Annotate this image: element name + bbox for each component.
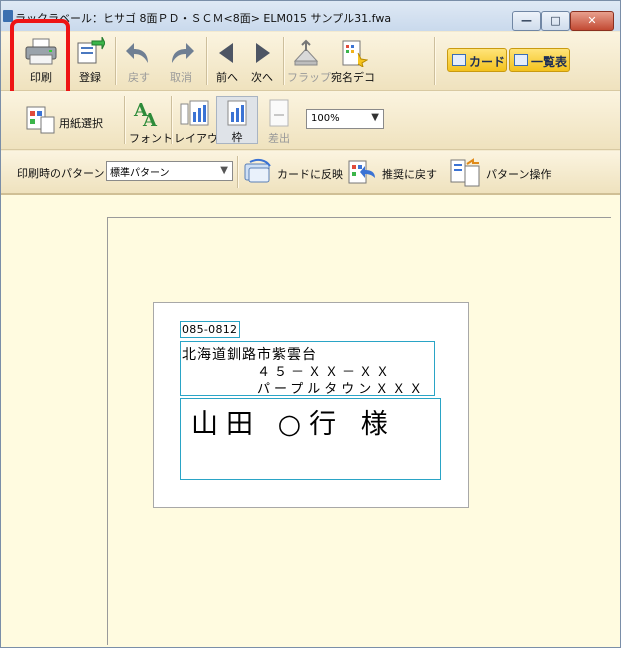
recipient-name-text: 山田 ○行 様 xyxy=(191,409,396,440)
toolbar-separator xyxy=(115,37,117,85)
toolbar-separator xyxy=(206,37,208,85)
minimize-button[interactable]: — xyxy=(512,11,541,31)
canvas-margin-line xyxy=(107,217,611,218)
pattern-label: 印刷時のパターン xyxy=(17,167,105,180)
app-icon xyxy=(3,10,13,22)
redo-label: 取消 xyxy=(170,71,192,84)
address-field[interactable]: 北海道釧路市紫雲台 ４５－ＸＸ－ＸＸ パープルタウンＸＸＸ xyxy=(180,341,435,397)
app-window: ラックラベール：ヒサゴ 8面ＰＤ・ＳＣＭ<8面> ELM015 サンプル31.f… xyxy=(0,0,621,648)
zip-code-text: 085-0812 xyxy=(182,323,238,336)
zoom-select[interactable]: 100% ▼ xyxy=(306,109,384,129)
prev-button[interactable]: 前へ xyxy=(212,39,242,85)
chevron-down-icon: ▼ xyxy=(371,112,379,123)
next-label: 次へ xyxy=(251,71,273,84)
zoom-value: 100% xyxy=(311,113,340,124)
undo-button[interactable]: 戻す xyxy=(122,39,156,85)
redo-button[interactable]: 取消 xyxy=(164,39,198,85)
card-view-label: カード xyxy=(469,55,506,69)
register-label: 登録 xyxy=(79,71,101,84)
address-deco-button[interactable]: 宛名デコ xyxy=(330,39,376,85)
toolbar-separator xyxy=(283,37,285,85)
frame-button[interactable]: 枠 xyxy=(216,96,258,144)
font-icon: A A xyxy=(133,100,158,128)
pattern-value: 標準パターン xyxy=(110,168,170,179)
paper-select-icon xyxy=(26,106,55,134)
address-line-3: パープルタウンＸＸＸ xyxy=(257,382,427,397)
list-view-button[interactable]: 一覧表 xyxy=(509,48,570,72)
frame-icon xyxy=(227,100,247,126)
arrow-left-icon xyxy=(219,43,233,63)
register-button[interactable]: 登録 xyxy=(73,37,107,85)
sender-icon xyxy=(269,99,289,127)
minimize-icon: — xyxy=(521,14,532,27)
layout-label: レイアウト xyxy=(174,132,229,145)
list-view-icon xyxy=(514,54,528,66)
print-button-highlight xyxy=(10,19,70,101)
toolbar-separator xyxy=(171,96,173,144)
sender-label: 差出 xyxy=(268,132,290,145)
toolbar-separator xyxy=(434,37,436,85)
pattern-operation-icon xyxy=(450,158,480,187)
undo-label: 戻す xyxy=(128,71,150,84)
address-deco-label: 宛名デコ xyxy=(331,71,375,84)
frame-label: 枠 xyxy=(231,131,243,144)
paper-select-label: 用紙選択 xyxy=(59,117,103,130)
pattern-operation-label: パターン操作 xyxy=(486,168,552,181)
reflect-card-icon xyxy=(244,158,271,183)
redo-icon xyxy=(172,43,194,63)
undo-icon xyxy=(126,43,148,63)
toolbar-separator xyxy=(237,156,239,188)
maximize-icon: □ xyxy=(550,14,561,27)
card-view-button[interactable]: カード xyxy=(447,48,507,72)
flap-icon xyxy=(293,39,319,66)
card-view-icon xyxy=(452,54,466,66)
canvas-margin-line xyxy=(107,217,108,645)
close-button[interactable]: ✕ xyxy=(570,11,614,31)
font-button[interactable]: A A フォント xyxy=(129,98,173,146)
flap-label: フラップ xyxy=(287,71,331,84)
sender-button[interactable]: 差出 xyxy=(261,98,297,146)
maximize-button[interactable]: □ xyxy=(541,11,570,31)
font-label: フォント xyxy=(129,132,173,145)
layout-button[interactable]: レイアウト xyxy=(174,98,229,146)
reflect-to-card-label: カードに反映 xyxy=(277,168,343,181)
close-icon: ✕ xyxy=(587,14,597,27)
svg-text:A: A xyxy=(142,110,158,128)
restore-recommended-icon xyxy=(348,160,375,184)
next-button[interactable]: 次へ xyxy=(247,39,277,85)
flap-button[interactable]: フラップ xyxy=(287,39,331,85)
restore-recommended-label: 推奨に戻す xyxy=(382,168,437,181)
recipient-name-field[interactable]: 山田 ○行 様 xyxy=(180,398,441,480)
pattern-operation-button[interactable]: パターン操作 xyxy=(449,158,559,187)
restore-recommended-button[interactable]: 推奨に戻す xyxy=(346,158,442,186)
reflect-to-card-button[interactable]: カードに反映 xyxy=(242,158,343,186)
window-title: ラックラベール：ヒサゴ 8面ＰＤ・ＳＣＭ<8面> ELM015 サンプル31.f… xyxy=(15,12,392,25)
toolbar-separator xyxy=(124,96,126,144)
chevron-down-icon: ▼ xyxy=(220,165,228,176)
pattern-select[interactable]: 標準パターン ▼ xyxy=(106,161,233,181)
zip-code-field[interactable]: 085-0812 xyxy=(180,321,240,338)
register-icon xyxy=(77,37,105,64)
list-view-label: 一覧表 xyxy=(531,55,568,69)
arrow-right-icon xyxy=(256,43,270,63)
address-deco-icon xyxy=(342,40,368,67)
layout-icon xyxy=(180,100,209,126)
title-bar[interactable]: ラックラベール：ヒサゴ 8面ＰＤ・ＳＣＭ<8面> ELM015 サンプル31.f… xyxy=(1,1,620,31)
prev-label: 前へ xyxy=(216,71,238,84)
